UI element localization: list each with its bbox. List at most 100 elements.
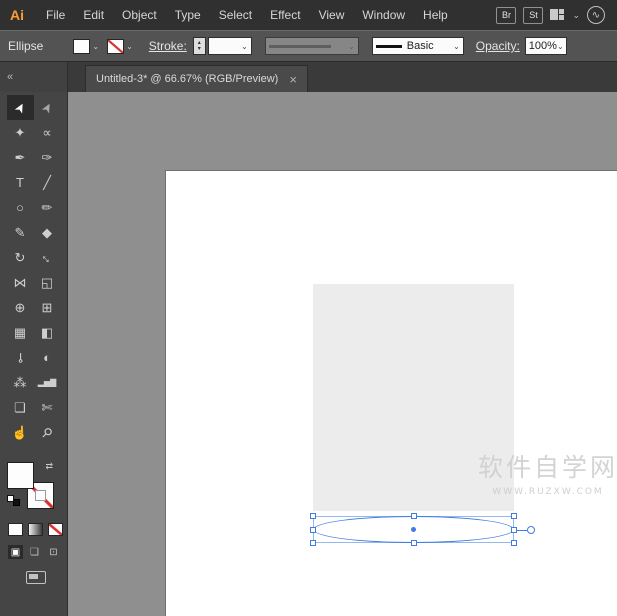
eraser-tool[interactable]: ◆ bbox=[34, 220, 61, 245]
rotation-handle[interactable] bbox=[527, 526, 535, 534]
eraser-tool-icon: ◆ bbox=[42, 225, 52, 241]
stroke-panel-link[interactable]: Stroke: bbox=[149, 39, 187, 53]
ellipse-tool[interactable]: ○ bbox=[7, 195, 34, 220]
tools-panel-collapse-button[interactable]: « bbox=[0, 62, 68, 92]
swap-fill-stroke-icon[interactable]: ⇄ bbox=[45, 461, 53, 472]
stroke-weight-stepper[interactable]: ▴ ▾ bbox=[193, 37, 206, 55]
width-tool[interactable]: ⋈ bbox=[7, 270, 34, 295]
blend-tool[interactable]: ◐ bbox=[34, 345, 61, 370]
fill-color-control[interactable]: ⌄ bbox=[73, 39, 99, 54]
color-button[interactable] bbox=[8, 523, 23, 536]
chevron-down-icon[interactable]: ⌄ bbox=[572, 11, 580, 20]
close-tab-icon[interactable]: × bbox=[289, 73, 297, 86]
draw-normal-button[interactable]: ▣ bbox=[8, 545, 23, 559]
pen-tool-icon: ✒ bbox=[15, 150, 26, 166]
column-graph-tool[interactable]: ▂▅▇ bbox=[34, 370, 61, 395]
menu-edit[interactable]: Edit bbox=[74, 0, 113, 30]
selected-ellipse-group[interactable] bbox=[313, 516, 514, 543]
illustrator-window: Ai File Edit Object Type Select Effect V… bbox=[0, 0, 617, 616]
curvature-tool[interactable]: ✑ bbox=[34, 145, 61, 170]
chevron-down-icon[interactable]: ⌄ bbox=[557, 42, 564, 51]
menu-effect[interactable]: Effect bbox=[261, 0, 309, 30]
ellipse-center-point[interactable] bbox=[411, 527, 416, 532]
go-to-bridge-button[interactable]: Br bbox=[496, 7, 516, 24]
stroke-swatch-none[interactable] bbox=[107, 39, 124, 54]
hand-tool[interactable]: ☝ bbox=[7, 420, 34, 445]
symbol-sprayer-tool[interactable]: ⁂ bbox=[7, 370, 34, 395]
type-tool-icon: T bbox=[16, 175, 24, 190]
slice-tool[interactable]: ✄ bbox=[34, 395, 61, 420]
change-screen-mode-button[interactable] bbox=[26, 571, 46, 584]
type-tool[interactable]: T bbox=[7, 170, 34, 195]
opacity-field[interactable]: 100% ⌄ bbox=[525, 37, 567, 55]
menu-help[interactable]: Help bbox=[414, 0, 457, 30]
chevron-down-icon[interactable]: ⌄ bbox=[126, 42, 133, 51]
eyedropper-tool[interactable]: ⊸ bbox=[7, 345, 34, 370]
stroke-color-control[interactable]: ⌄ bbox=[107, 39, 133, 54]
menu-object[interactable]: Object bbox=[113, 0, 166, 30]
opacity-panel-link[interactable]: Opacity: bbox=[476, 39, 520, 53]
menu-select[interactable]: Select bbox=[210, 0, 261, 30]
handle-top-left[interactable] bbox=[310, 513, 316, 519]
default-fill-stroke-icon[interactable] bbox=[7, 495, 20, 506]
none-button[interactable] bbox=[48, 523, 63, 536]
brush-definition-dropdown[interactable]: Basic ⌄ bbox=[372, 37, 464, 55]
draw-inside-button[interactable]: ⊡ bbox=[46, 545, 61, 559]
workspace-switcher-icon[interactable] bbox=[550, 9, 565, 21]
document-tab[interactable]: Untitled-3* @ 66.67% (RGB/Preview) × bbox=[85, 65, 308, 92]
fill-proxy-swatch[interactable] bbox=[7, 462, 34, 489]
cc-wave-glyph: ∿ bbox=[592, 10, 600, 21]
stepper-down-icon[interactable]: ▾ bbox=[198, 46, 201, 52]
zoom-tool-icon: ⚲ bbox=[38, 423, 56, 441]
symbol-sprayer-tool-icon: ⁂ bbox=[14, 375, 27, 391]
magic-wand-tool[interactable]: ✦ bbox=[7, 120, 34, 145]
mesh-tool[interactable]: ▦ bbox=[7, 320, 34, 345]
creative-cloud-sync-icon[interactable]: ∿ bbox=[587, 6, 605, 24]
fill-swatch[interactable] bbox=[73, 39, 90, 54]
menu-view[interactable]: View bbox=[310, 0, 354, 30]
line-segment-tool[interactable]: ╱ bbox=[34, 170, 61, 195]
free-transform-tool[interactable]: ◱ bbox=[34, 270, 61, 295]
gradient-button[interactable] bbox=[28, 523, 43, 536]
menu-type[interactable]: Type bbox=[166, 0, 210, 30]
handle-bottom-right[interactable] bbox=[511, 540, 517, 546]
stroke-hole bbox=[35, 490, 46, 501]
gradient-tool[interactable]: ◧ bbox=[34, 320, 61, 345]
perspective-grid-tool[interactable]: ⊞ bbox=[34, 295, 61, 320]
selection-tool[interactable]: ➤ bbox=[7, 95, 34, 120]
pen-tool[interactable]: ✒ bbox=[7, 145, 34, 170]
zoom-tool[interactable]: ⚲ bbox=[34, 420, 61, 445]
shape-builder-tool[interactable]: ⊕ bbox=[7, 295, 34, 320]
lasso-tool[interactable]: ∝ bbox=[34, 120, 61, 145]
gradient-tool-icon: ◧ bbox=[41, 325, 53, 341]
chevron-down-icon[interactable]: ⌄ bbox=[453, 42, 460, 51]
handle-top-right[interactable] bbox=[511, 513, 517, 519]
handle-mid-right[interactable] bbox=[511, 527, 517, 533]
scale-tool[interactable]: ↔ bbox=[34, 245, 61, 270]
menu-file[interactable]: File bbox=[37, 0, 74, 30]
tools-grid: ➤ ➤ ✦ ∝ ✒ ✑ T ╱ ○ ✏ ✎ ◆ ↻ ↔ ⋈ ◱ ⊕ ⊞ ▦ ◧ bbox=[0, 92, 67, 445]
artboard-tool[interactable]: ❏ bbox=[7, 395, 34, 420]
pencil-tool[interactable]: ✎ bbox=[7, 220, 34, 245]
stroke-weight-field[interactable]: ⌄ bbox=[208, 37, 252, 55]
mesh-tool-icon: ▦ bbox=[14, 325, 26, 341]
chevron-down-icon[interactable]: ⌄ bbox=[92, 42, 99, 51]
magic-wand-tool-icon: ✦ bbox=[15, 125, 26, 141]
chevron-down-icon[interactable]: ⌄ bbox=[241, 42, 248, 51]
canvas-area[interactable]: 软件自学网 WWW.RUZXW.COM bbox=[68, 92, 617, 616]
direct-selection-tool-icon: ➤ bbox=[37, 99, 56, 116]
handle-top-mid[interactable] bbox=[411, 513, 417, 519]
pencil-tool-icon: ✎ bbox=[15, 225, 26, 241]
rotate-tool[interactable]: ↻ bbox=[7, 245, 34, 270]
adobe-stock-button[interactable]: St bbox=[523, 7, 543, 24]
direct-selection-tool[interactable]: ➤ bbox=[34, 95, 61, 120]
paintbrush-tool[interactable]: ✏ bbox=[34, 195, 61, 220]
gray-rectangle-object[interactable] bbox=[313, 284, 514, 511]
handle-mid-left[interactable] bbox=[310, 527, 316, 533]
handle-bottom-left[interactable] bbox=[310, 540, 316, 546]
paintbrush-tool-icon: ✏ bbox=[42, 200, 53, 216]
chevron-down-icon: ⌄ bbox=[348, 42, 355, 51]
menu-window[interactable]: Window bbox=[353, 0, 414, 30]
draw-behind-button[interactable]: ❏ bbox=[27, 545, 42, 559]
handle-bottom-mid[interactable] bbox=[411, 540, 417, 546]
